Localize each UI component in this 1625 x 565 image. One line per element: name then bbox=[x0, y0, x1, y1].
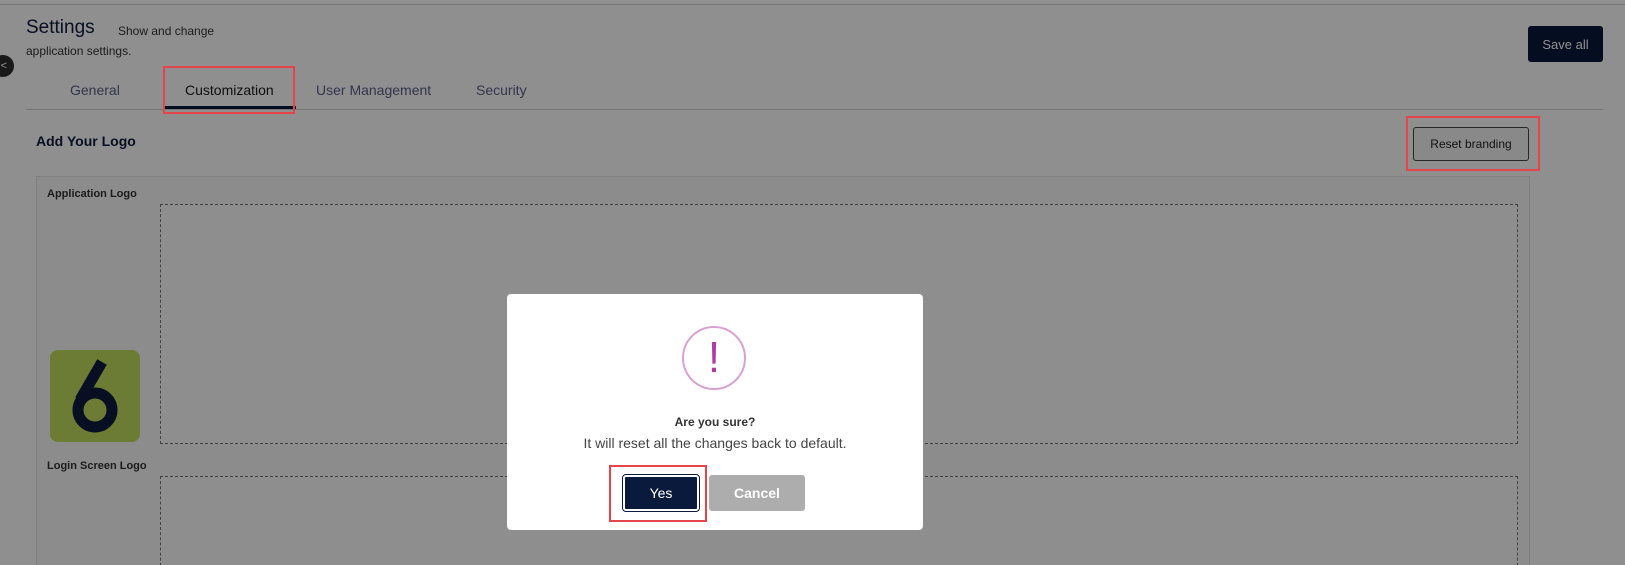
warning-icon: ! bbox=[682, 326, 746, 390]
dialog-message: It will reset all the changes back to de… bbox=[583, 435, 847, 451]
confirm-dialog: ! Are you sure? It will reset all the ch… bbox=[507, 294, 923, 530]
dialog-title: Are you sure? bbox=[674, 415, 756, 429]
settings-page: Settings Show and change application set… bbox=[0, 0, 1625, 565]
yes-button[interactable]: Yes bbox=[622, 474, 700, 512]
cancel-button[interactable]: Cancel bbox=[709, 475, 805, 511]
